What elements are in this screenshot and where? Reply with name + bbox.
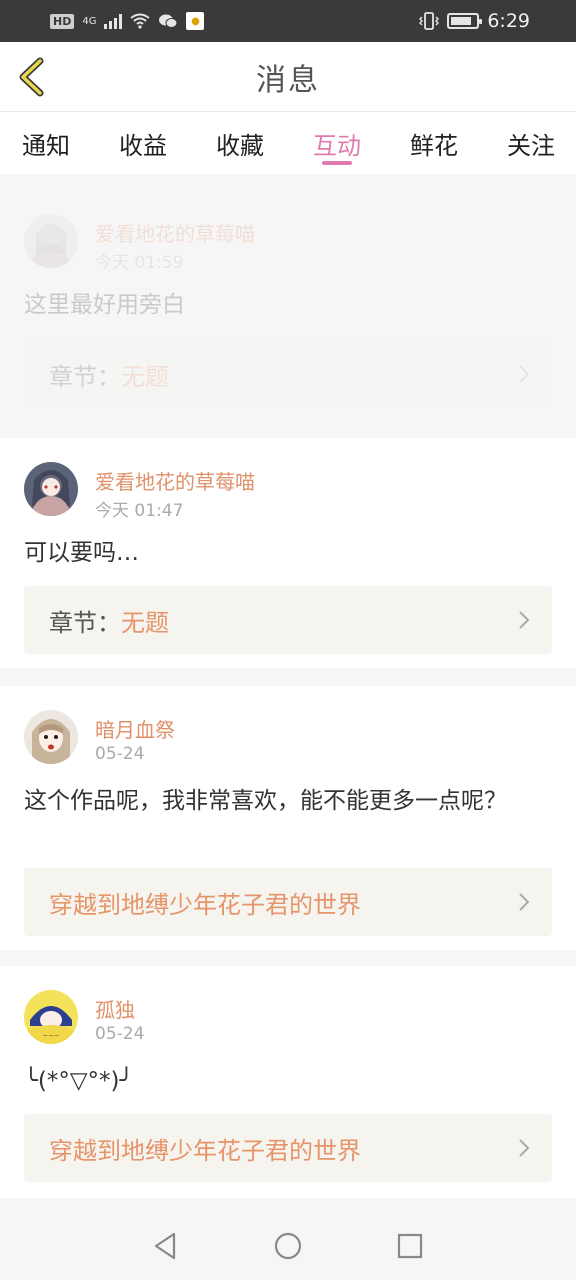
- chevron-right-icon: [519, 365, 530, 383]
- ref-value: 无题: [121, 608, 169, 637]
- system-nav-bar: [0, 1212, 576, 1280]
- chevron-right-icon: [519, 611, 530, 629]
- message-text: 可以要吗…: [24, 540, 139, 566]
- ref-value: 穿越到地缚少年花子君的世界: [49, 1136, 361, 1165]
- avatar[interactable]: [24, 214, 78, 268]
- vibrate-icon: [419, 12, 440, 30]
- message-card[interactable]: 爱看地花的草莓喵 今天 01:59 这里最好用旁白 章节： 无题: [0, 190, 576, 436]
- username[interactable]: 孤独: [95, 994, 135, 1023]
- avatar[interactable]: [24, 462, 78, 516]
- timestamp: 今天 01:59: [95, 253, 184, 273]
- app-header: 消息: [0, 42, 576, 112]
- tab-following[interactable]: 关注: [507, 112, 555, 174]
- hd-badge: HD: [50, 13, 75, 29]
- chevron-left-icon: [19, 57, 44, 97]
- home-circle-icon[interactable]: [272, 1230, 304, 1262]
- work-link[interactable]: 穿越到地缚少年花子君的世界: [24, 868, 552, 936]
- signal-icon: [104, 13, 123, 29]
- network-type: 4G: [82, 15, 97, 27]
- message-text: ╰(*°▽°*)╯: [24, 1068, 134, 1094]
- tab-label: 收益: [119, 131, 167, 160]
- chevron-right-icon: [519, 1139, 530, 1157]
- tab-label: 鲜花: [410, 131, 458, 160]
- app-notification-icon: ●: [186, 12, 205, 30]
- message-card[interactable]: ~~~ 孤独 05-24 ╰(*°▽°*)╯ 穿越到地缚少年花子君的世界: [0, 966, 576, 1198]
- wifi-icon: [130, 13, 151, 29]
- timestamp: 05-24: [95, 744, 145, 764]
- timestamp: 今天 01:47: [95, 501, 184, 521]
- tab-interactions[interactable]: 互动: [313, 112, 361, 174]
- ref-value: 无题: [121, 362, 169, 391]
- username[interactable]: 暗月血祭: [95, 714, 175, 743]
- page-title: 消息: [256, 63, 320, 97]
- message-text: 这里最好用旁白: [24, 292, 185, 318]
- ref-value: 穿越到地缚少年花子君的世界: [49, 890, 361, 919]
- tab-label: 关注: [507, 131, 555, 160]
- tab-flowers[interactable]: 鲜花: [410, 112, 458, 174]
- clock: 6:29: [487, 10, 530, 32]
- svg-text:~~~: ~~~: [42, 1032, 60, 1040]
- message-card[interactable]: 暗月血祭 05-24 这个作品呢，我非常喜欢，能不能更多一点呢？ 穿越到地缚少年…: [0, 686, 576, 950]
- active-tab-indicator: [322, 161, 352, 165]
- wechat-icon: [159, 14, 178, 28]
- back-button[interactable]: [14, 56, 48, 98]
- ref-label: 章节：: [49, 608, 121, 637]
- avatar[interactable]: ~~~: [24, 990, 78, 1044]
- message-card[interactable]: 爱看地花的草莓喵 今天 01:47 可以要吗… 章节： 无题: [0, 438, 576, 668]
- status-bar: HD 4G ● 6:29: [0, 0, 576, 42]
- status-right: 6:29: [419, 10, 530, 32]
- battery-icon: [447, 13, 483, 29]
- chevron-right-icon: [519, 893, 530, 911]
- timestamp: 05-24: [95, 1024, 145, 1044]
- chapter-link[interactable]: 章节： 无题: [24, 586, 552, 654]
- tab-label: 通知: [22, 131, 70, 160]
- back-triangle-icon[interactable]: [149, 1230, 181, 1262]
- chapter-link[interactable]: 章节： 无题: [24, 340, 552, 408]
- ref-label: 章节：: [49, 362, 121, 391]
- tab-favorites[interactable]: 收藏: [216, 112, 264, 174]
- tab-label: 收藏: [216, 131, 264, 160]
- message-text: 这个作品呢，我非常喜欢，能不能更多一点呢？: [24, 788, 507, 814]
- avatar[interactable]: [24, 710, 78, 764]
- tab-label: 互动: [313, 131, 361, 160]
- username[interactable]: 爱看地花的草莓喵: [95, 218, 255, 247]
- status-left: HD 4G ●: [50, 12, 205, 30]
- tab-earnings[interactable]: 收益: [119, 112, 167, 174]
- work-link[interactable]: 穿越到地缚少年花子君的世界: [24, 1114, 552, 1182]
- recents-square-icon[interactable]: [394, 1230, 426, 1262]
- tab-notifications[interactable]: 通知: [22, 112, 70, 174]
- tab-bar: 通知 收益 收藏 互动 鲜花 关注: [0, 112, 576, 174]
- username[interactable]: 爱看地花的草莓喵: [95, 466, 255, 495]
